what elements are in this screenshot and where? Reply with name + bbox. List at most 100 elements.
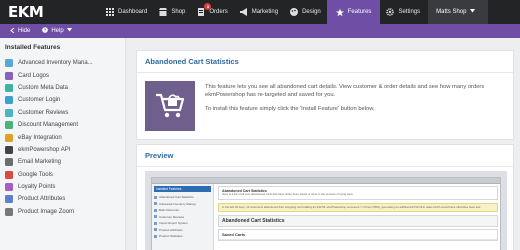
feature-icon bbox=[5, 121, 13, 130]
chevron-down-icon bbox=[66, 28, 72, 34]
palette-icon bbox=[290, 8, 299, 16]
sidebar-item[interactable]: Discount Management bbox=[0, 119, 125, 131]
nav-settings[interactable]: Settings bbox=[380, 0, 426, 24]
feature-icon bbox=[5, 59, 13, 68]
feature-icon bbox=[5, 158, 13, 167]
help-menu[interactable]: ? Help bbox=[42, 27, 72, 35]
sidebar-title: Installed Features bbox=[5, 44, 61, 51]
mini-sidebar: Installed Features Abandoned Cart Statis… bbox=[152, 184, 214, 250]
mini-feature-icon bbox=[154, 228, 157, 232]
preview-title: Preview bbox=[137, 145, 513, 167]
sidebar-item[interactable]: eBay Integration bbox=[0, 131, 125, 143]
mini-feature-card: Abandoned Cart Statistics Here is a list… bbox=[218, 186, 498, 200]
feature-icon bbox=[5, 83, 13, 92]
nav-dashboard-label: Dashboard bbox=[118, 9, 148, 15]
sidebar-item-label: Advanced Inventory Mana... bbox=[18, 60, 93, 67]
nav-orders[interactable]: 3 Orders bbox=[191, 0, 233, 24]
nav-shop-label: Shop bbox=[171, 9, 186, 15]
ekm-logo[interactable]: EKM bbox=[0, 0, 100, 24]
cart-icon bbox=[145, 81, 195, 131]
sidebar-item-label: Email Marketing bbox=[18, 159, 62, 166]
nav-shop[interactable]: Shop bbox=[153, 0, 191, 24]
sidebar-item-label: Customer Login bbox=[18, 97, 61, 104]
sidebar-item[interactable]: Email Marketing bbox=[0, 156, 125, 168]
sidebar-item-label: Product Attributes bbox=[18, 196, 66, 203]
mini-feature-icon bbox=[154, 195, 157, 199]
feature-card: Abandoned Cart Statistics This feature l… bbox=[136, 50, 514, 140]
nav-marketing[interactable]: Marketing bbox=[234, 0, 284, 24]
sidebar-item[interactable]: Customer Login bbox=[0, 94, 125, 106]
main-nav: Dashboard Shop 3 Orders Marketing Design… bbox=[100, 0, 426, 24]
nav-design[interactable]: Design bbox=[284, 0, 327, 24]
feature-icon bbox=[5, 170, 13, 179]
mini-feature-icon bbox=[154, 208, 157, 212]
mini-sidebar-item: Product Websites bbox=[154, 233, 211, 240]
feature-icon bbox=[5, 96, 13, 105]
mini-sidebar-item-label: Import Export System bbox=[159, 221, 188, 226]
mini-sidebar-item-label: Product Websites bbox=[159, 234, 183, 239]
logo-text: EKM bbox=[8, 3, 44, 21]
feature-description: This feature lets you see all abandoned … bbox=[205, 84, 485, 99]
mini-section-title: Saved Carts bbox=[219, 230, 497, 241]
feature-icon bbox=[5, 207, 13, 216]
sidebar-item-label: Product Image Zoom bbox=[18, 208, 75, 215]
chevron-down-icon bbox=[470, 9, 476, 15]
sidebar-item[interactable]: Product Attributes bbox=[0, 193, 125, 205]
sidebar-item[interactable]: Customer Reviews bbox=[0, 107, 125, 119]
mini-sidebar-item-label: Product Attributes bbox=[159, 227, 183, 232]
mini-sidebar-title: Installed Features bbox=[154, 186, 211, 192]
sidebar-item-label: Loyalty Points bbox=[18, 184, 56, 191]
sidebar-item[interactable]: Custom Meta Data bbox=[0, 82, 125, 94]
mini-saved-carts: Saved Carts bbox=[218, 229, 498, 242]
sidebar-item[interactable]: ekmPowershop API bbox=[0, 144, 125, 156]
help-icon: ? bbox=[42, 27, 49, 35]
nav-orders-label: Orders bbox=[209, 9, 228, 15]
hide-label: Hide bbox=[18, 28, 31, 34]
feature-icon bbox=[5, 195, 13, 204]
grid-icon bbox=[106, 8, 114, 16]
mini-feature-icon bbox=[154, 202, 157, 206]
main-content: Abandoned Cart Statistics This feature l… bbox=[126, 38, 520, 250]
mini-feature-icon bbox=[154, 234, 157, 238]
nav-settings-label: Settings bbox=[398, 9, 421, 15]
mini-main: Abandoned Cart Statistics Here is a list… bbox=[218, 186, 498, 244]
star-icon bbox=[335, 8, 344, 16]
preview-card: Preview Installed Features Abandoned Car… bbox=[136, 144, 514, 250]
mini-highlight-text: In the last 30 days, 12 customers abando… bbox=[222, 204, 482, 209]
mini-heading: Abandoned Cart Statistics bbox=[218, 215, 498, 228]
mini-sidebar-item-label: Advanced Inventory Manag bbox=[159, 201, 196, 206]
sidebar-item-label: Customer Reviews bbox=[18, 109, 69, 116]
preview-screenshot: Installed Features Abandoned Cart Statis… bbox=[145, 171, 507, 250]
mini-sidebar-item-label: Customer Reviews bbox=[159, 214, 185, 219]
nav-dashboard[interactable]: Dashboard bbox=[100, 0, 153, 24]
orders-icon bbox=[197, 8, 205, 16]
hide-sidebar-toggle[interactable]: Hide bbox=[10, 27, 31, 35]
gear-icon bbox=[386, 8, 395, 16]
nav-features-label: Features bbox=[347, 9, 372, 15]
sidebar-item-label: ekmPowershop API bbox=[18, 146, 71, 153]
megaphone-icon bbox=[239, 8, 248, 16]
nav-features[interactable]: Features bbox=[326, 0, 381, 24]
sidebar-item[interactable]: Advanced Inventory Mana... bbox=[0, 57, 125, 69]
mini-card-text: Here is a list of all your abandoned car… bbox=[222, 192, 353, 196]
mini-sidebar-item-label: Bulk Discounts bbox=[159, 208, 179, 213]
sidebar-item[interactable]: Loyalty Points bbox=[0, 181, 125, 193]
feature-description-block: This feature lets you see all abandoned … bbox=[205, 81, 505, 131]
feature-icon bbox=[5, 108, 13, 117]
sidebar-item-label: Google Tools bbox=[18, 171, 53, 178]
help-label: Help bbox=[51, 28, 64, 34]
installed-features-sidebar: Installed Features Advanced Inventory Ma… bbox=[0, 38, 126, 250]
mini-window: Installed Features Abandoned Cart Statis… bbox=[151, 177, 501, 250]
chevron-left-icon bbox=[10, 27, 15, 35]
sidebar-item-label: Discount Management bbox=[18, 122, 79, 129]
feature-icon bbox=[5, 71, 13, 80]
shop-account-menu[interactable]: Matts Shop bbox=[428, 0, 489, 24]
feature-icon bbox=[5, 133, 13, 142]
mini-sidebar-list: Abandoned Cart Statistics Advanced Invent… bbox=[154, 194, 211, 240]
sidebar-item[interactable]: Card Logos bbox=[0, 69, 125, 81]
nav-design-label: Design bbox=[302, 9, 321, 15]
svg-text:?: ? bbox=[44, 28, 47, 33]
nav-marketing-label: Marketing bbox=[251, 9, 279, 15]
sidebar-item[interactable]: Product Image Zoom bbox=[0, 206, 125, 218]
sidebar-item[interactable]: Google Tools bbox=[0, 169, 125, 181]
